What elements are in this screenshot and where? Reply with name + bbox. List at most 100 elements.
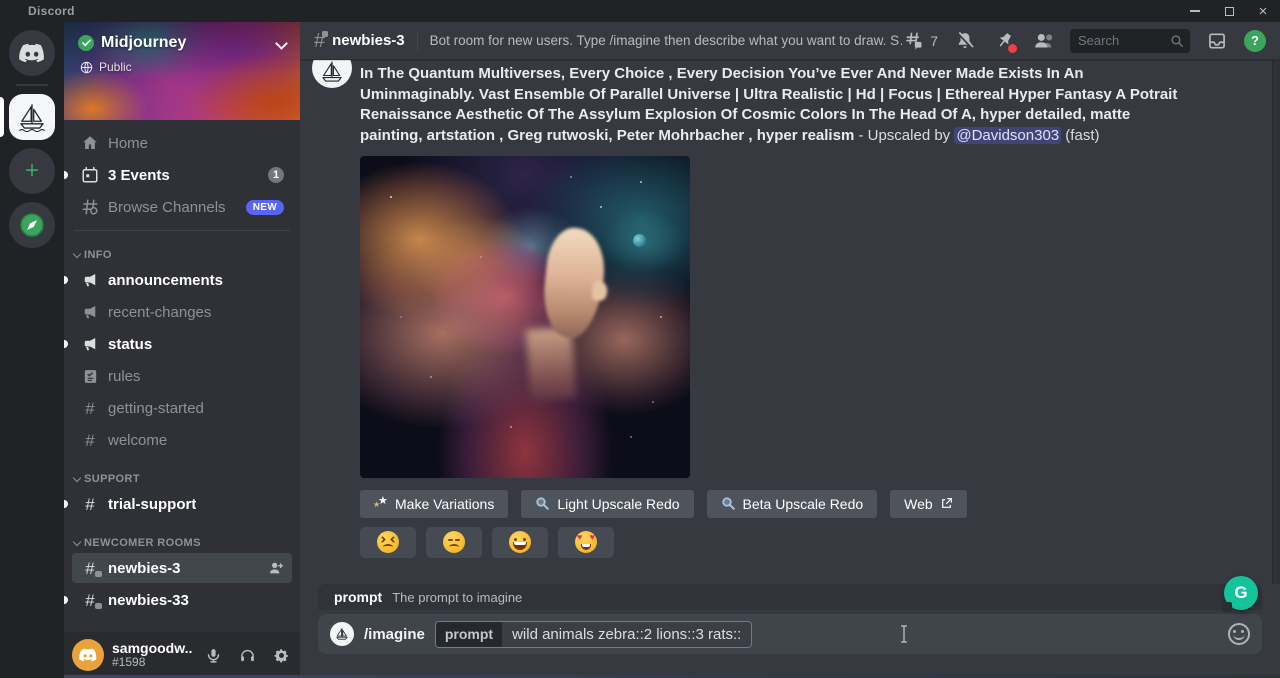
- header-divider: [417, 31, 418, 51]
- channel-newbies-33[interactable]: # newbies-33: [72, 585, 292, 615]
- search-box[interactable]: [1070, 29, 1190, 53]
- server-banner[interactable]: Midjourney Public: [64, 22, 300, 120]
- channel-name: announcements: [108, 272, 223, 289]
- search-input[interactable]: [1078, 33, 1170, 48]
- disappointed-face-emoji: [443, 531, 465, 553]
- section-title: NEWCOMER ROOMS: [84, 537, 201, 549]
- settings-gear-button[interactable]: [268, 640, 294, 670]
- message-actions: ★★ Make Variations Light Upscale Redo: [360, 490, 1190, 518]
- generated-image[interactable]: [360, 156, 690, 478]
- unread-pill: [64, 171, 68, 179]
- unread-pill: [64, 500, 68, 508]
- discord-logo-icon: [19, 43, 45, 63]
- channel-name: welcome: [108, 432, 167, 449]
- sidebar-item-label: Browse Channels: [108, 199, 226, 216]
- server-header[interactable]: Midjourney: [64, 22, 300, 54]
- user-avatar[interactable]: [72, 639, 104, 671]
- section-newcomer-rooms[interactable]: NEWCOMER ROOMS: [72, 521, 292, 553]
- compass-icon: [19, 212, 45, 238]
- button-label: Beta Upscale Redo: [743, 496, 864, 512]
- reaction-disappointed[interactable]: [426, 527, 482, 558]
- add-server-button[interactable]: +: [9, 148, 55, 194]
- sidebar-item-browse-channels[interactable]: Browse Channels NEW: [72, 192, 292, 222]
- close-button[interactable]: ×: [1246, 0, 1280, 22]
- channel-getting-started[interactable]: # getting-started: [72, 393, 292, 423]
- sidebar-divider: [74, 230, 290, 231]
- chevron-down-icon: [73, 538, 81, 546]
- window-titlebar: Discord ×: [0, 0, 1280, 22]
- threads-icon: [902, 29, 926, 53]
- magnifier-icon: [721, 496, 736, 511]
- grammarly-icon[interactable]: G: [1224, 576, 1258, 610]
- section-title: SUPPORT: [84, 473, 140, 485]
- pinned-messages-icon[interactable]: [992, 29, 1016, 53]
- window-title: Discord: [28, 4, 75, 18]
- text-cursor: [900, 625, 908, 643]
- beta-upscale-redo-button[interactable]: Beta Upscale Redo: [707, 490, 878, 518]
- unread-pill: [64, 596, 68, 604]
- section-info[interactable]: INFO: [72, 233, 292, 265]
- make-variations-button[interactable]: ★★ Make Variations: [360, 490, 508, 518]
- user-info[interactable]: samgoodw... #1598: [112, 640, 192, 670]
- hint-option-description: The prompt to imagine: [392, 590, 522, 605]
- threads-count: 7: [930, 33, 938, 49]
- channel-rules[interactable]: rules: [72, 361, 292, 391]
- prompt-field[interactable]: prompt wild animals zebra::2 lions::3 ra…: [435, 621, 752, 648]
- button-label: Make Variations: [395, 496, 494, 512]
- reaction-grinning[interactable]: [492, 527, 548, 558]
- reaction-confounded[interactable]: [360, 527, 416, 558]
- sidebar-item-home[interactable]: Home: [72, 128, 292, 158]
- notification-dot: [1008, 44, 1017, 53]
- hash-icon: #: [80, 432, 100, 449]
- create-invite-icon[interactable]: [268, 560, 284, 576]
- channel-trial-support[interactable]: # trial-support: [72, 489, 292, 519]
- explore-servers-button[interactable]: [9, 202, 55, 248]
- section-support[interactable]: SUPPORT: [72, 457, 292, 489]
- main-panel: # newbies-3 Bot room for new users. Type…: [300, 22, 1280, 678]
- message-input-bar[interactable]: /imagine prompt wild animals zebra::2 li…: [318, 614, 1262, 654]
- hint-option-name: prompt: [334, 589, 382, 605]
- channel-status[interactable]: status: [72, 329, 292, 359]
- home-button[interactable]: [9, 30, 55, 76]
- user-panel: samgoodw... #1598: [64, 632, 300, 678]
- server-button-midjourney[interactable]: [9, 94, 55, 140]
- artwork-face-shape: [539, 225, 608, 340]
- minimize-button[interactable]: [1178, 0, 1212, 22]
- channel-topic[interactable]: Bot room for new users. Type /imagine th…: [430, 33, 903, 48]
- button-label: Light Upscale Redo: [557, 496, 679, 512]
- help-icon[interactable]: ?: [1244, 30, 1266, 52]
- maximize-button[interactable]: [1212, 0, 1246, 22]
- upscaled-by-text: - Upscaled by: [854, 127, 954, 144]
- emoji-picker-icon[interactable]: [1228, 623, 1250, 645]
- web-button[interactable]: Web: [890, 490, 967, 518]
- search-icon: [1170, 34, 1184, 48]
- hash-bubble-icon: #: [80, 592, 100, 609]
- user-mention[interactable]: @Davidson303: [954, 127, 1061, 144]
- sidebar-item-events[interactable]: 3 Events 1: [72, 160, 292, 190]
- reaction-heart-eyes[interactable]: ♥♥: [558, 527, 614, 558]
- mute-microphone-button[interactable]: [200, 640, 226, 670]
- sidebar-item-label: Home: [108, 135, 148, 152]
- prompt-field-value[interactable]: wild animals zebra::2 lions::3 rats::: [502, 622, 751, 647]
- rail-divider: [16, 84, 48, 86]
- inbox-icon[interactable]: [1205, 29, 1229, 53]
- threads-button[interactable]: 7: [902, 29, 938, 53]
- notifications-muted-bell-icon[interactable]: [953, 29, 977, 53]
- scrollbar[interactable]: [1272, 60, 1280, 584]
- slash-command-hint[interactable]: prompt The prompt to imagine: [318, 584, 1262, 610]
- window-controls: ×: [1178, 0, 1280, 22]
- deafen-button[interactable]: [234, 640, 260, 670]
- user-discriminator: #1598: [112, 656, 192, 670]
- channel-newbies-3[interactable]: # newbies-3: [72, 553, 292, 583]
- rules-icon: [80, 368, 100, 385]
- sparkles-icon: ★★: [374, 497, 388, 511]
- channel-welcome[interactable]: # welcome: [72, 425, 292, 455]
- megaphone-icon: [80, 303, 100, 321]
- channel-name: recent-changes: [108, 304, 211, 321]
- channel-recent-changes[interactable]: recent-changes: [72, 297, 292, 327]
- member-list-icon[interactable]: [1031, 29, 1055, 53]
- maximize-icon: [1225, 7, 1234, 16]
- light-upscale-redo-button[interactable]: Light Upscale Redo: [521, 490, 693, 518]
- external-link-icon: [940, 497, 953, 510]
- channel-announcements[interactable]: announcements: [72, 265, 292, 295]
